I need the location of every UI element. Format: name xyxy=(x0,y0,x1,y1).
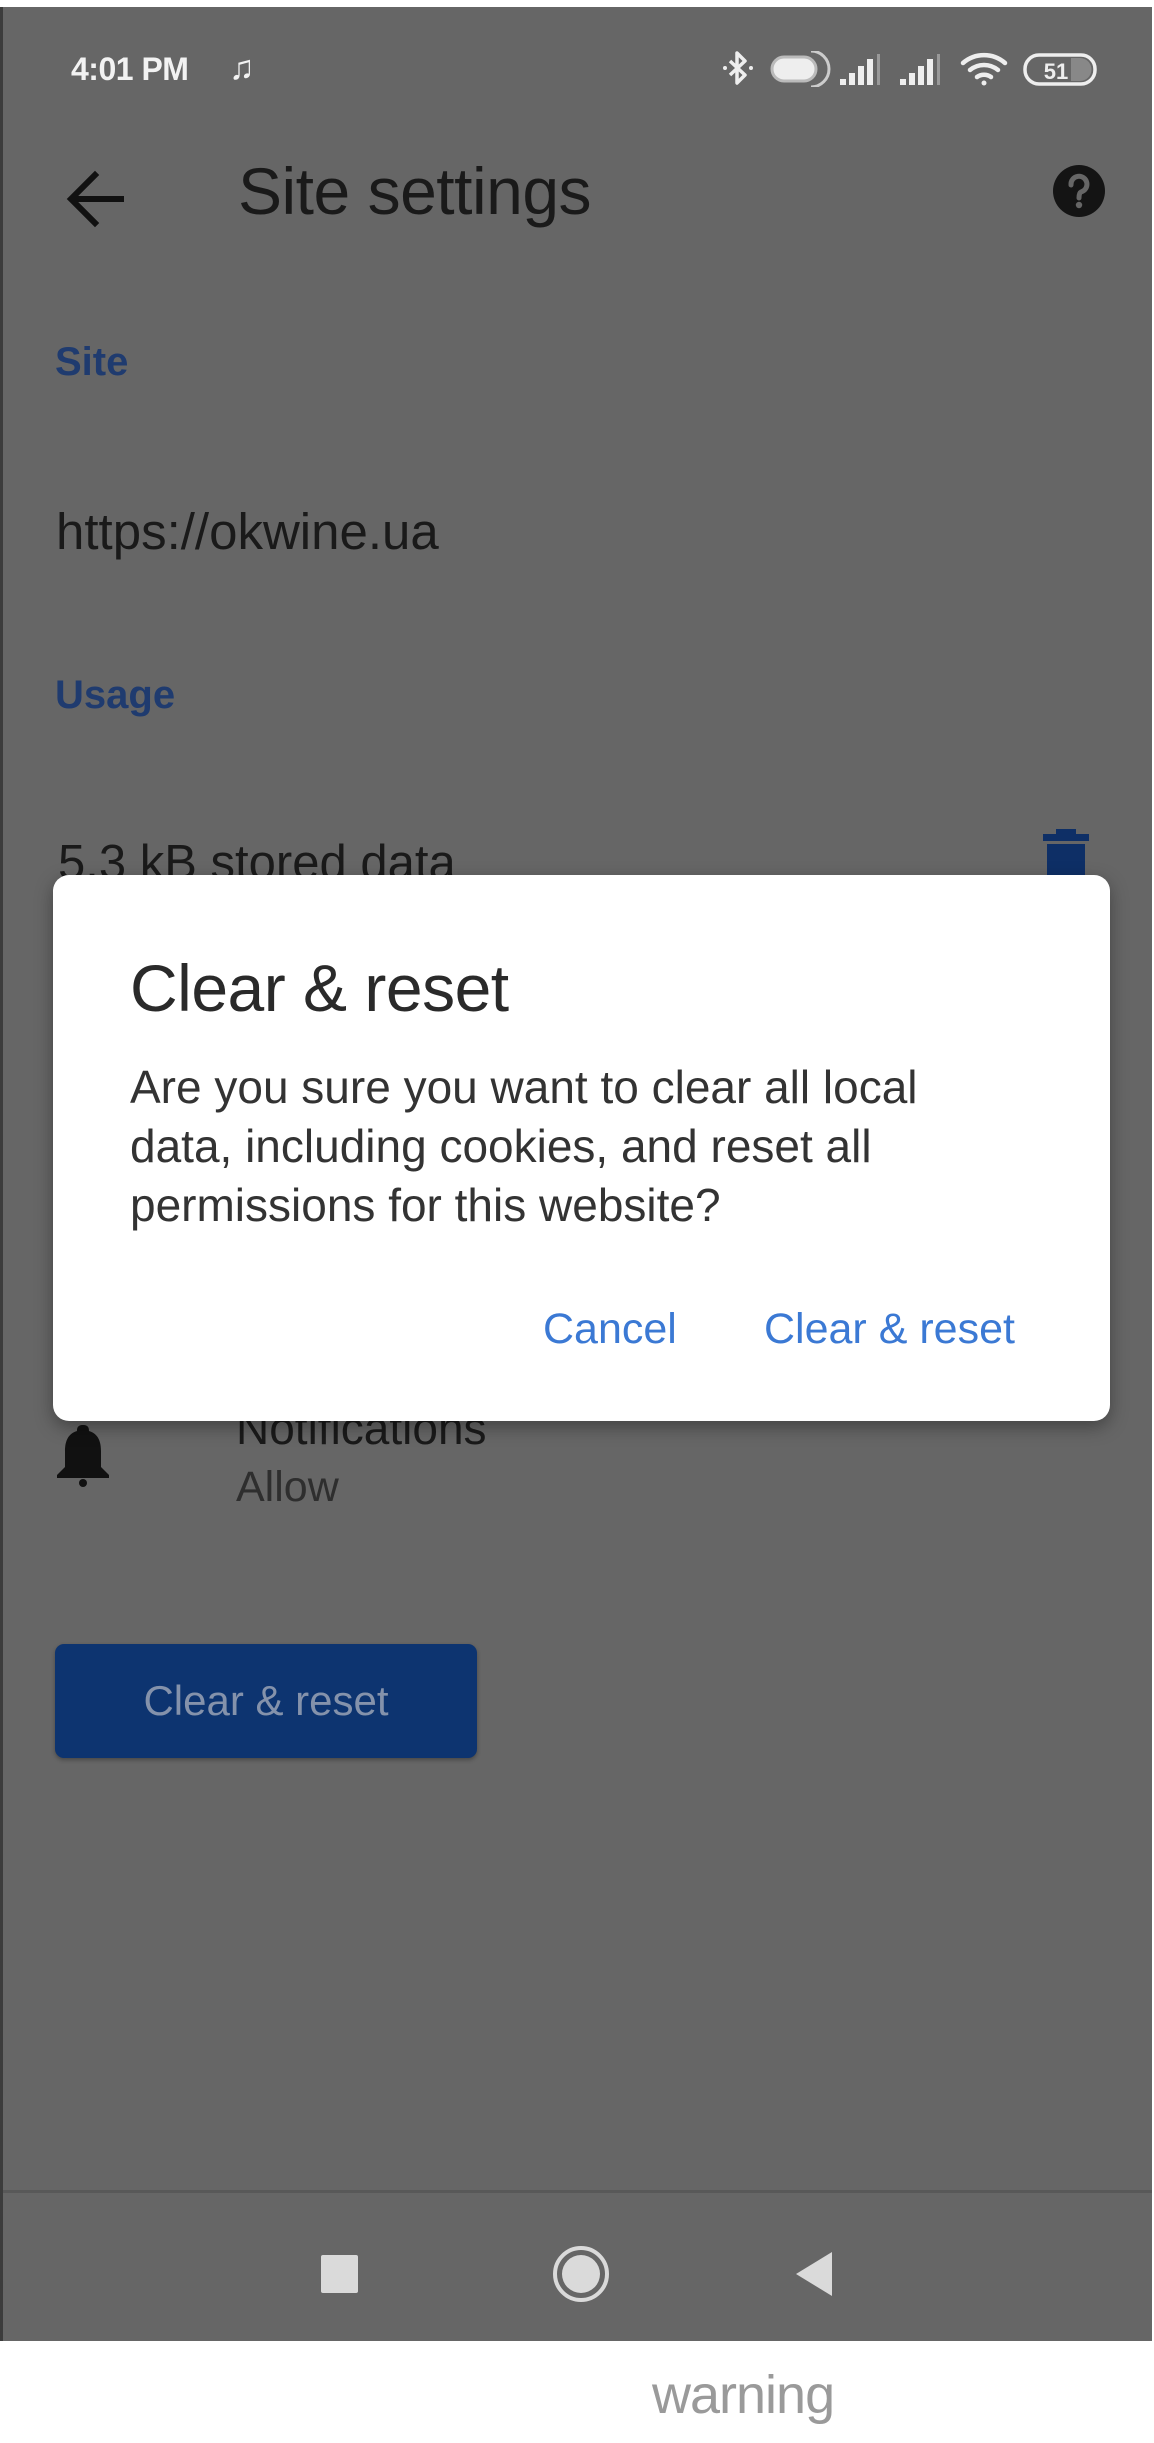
phone-screen: 4:01 PM ♫ 51 Site settings Site https://… xyxy=(0,7,1152,2341)
signal-icon xyxy=(840,54,880,85)
site-url: https://okwine.ua xyxy=(56,503,439,560)
battery-level: 51 xyxy=(1044,59,1068,84)
dialog-message-line: data, including cookies, and reset all xyxy=(130,1120,872,1172)
confirm-clear-reset-button[interactable]: Clear & reset xyxy=(764,1305,1015,1354)
dialog-message-line: permissions for this website? xyxy=(130,1179,721,1231)
nav-bar-divider xyxy=(3,2190,1152,2193)
dialog-title: Clear & reset xyxy=(130,951,509,1025)
arrow-back-icon[interactable] xyxy=(65,167,127,231)
bell-icon xyxy=(57,1425,109,1487)
music-note-icon: ♫ xyxy=(229,49,255,87)
wifi-icon xyxy=(960,52,1008,86)
status-icons: 51 xyxy=(723,51,1097,87)
dialog-message: Are you sure you want to clear all local… xyxy=(130,1058,1060,1235)
help-icon[interactable] xyxy=(1051,163,1107,219)
home-icon[interactable] xyxy=(552,2245,610,2303)
section-label-usage: Usage xyxy=(55,673,176,717)
page-title: Site settings xyxy=(238,154,592,228)
caption-text: warning xyxy=(652,2365,835,2425)
clear-reset-dialog: Clear & reset Are you sure you want to c… xyxy=(53,875,1110,1421)
clear-reset-button[interactable]: Clear & reset xyxy=(55,1644,477,1758)
back-triangle-icon[interactable] xyxy=(794,2252,834,2296)
headset-icon xyxy=(770,51,831,87)
recents-icon[interactable] xyxy=(321,2255,358,2293)
bluetooth-icon xyxy=(723,51,753,85)
section-label-site: Site xyxy=(55,340,129,384)
signal-icon xyxy=(900,54,940,85)
battery-icon: 51 xyxy=(1023,53,1097,86)
dialog-message-line: Are you sure you want to clear all local xyxy=(130,1061,918,1113)
permission-value: Allow xyxy=(236,1463,339,1511)
status-time: 4:01 PM xyxy=(71,51,189,87)
cancel-button[interactable]: Cancel xyxy=(543,1305,677,1354)
